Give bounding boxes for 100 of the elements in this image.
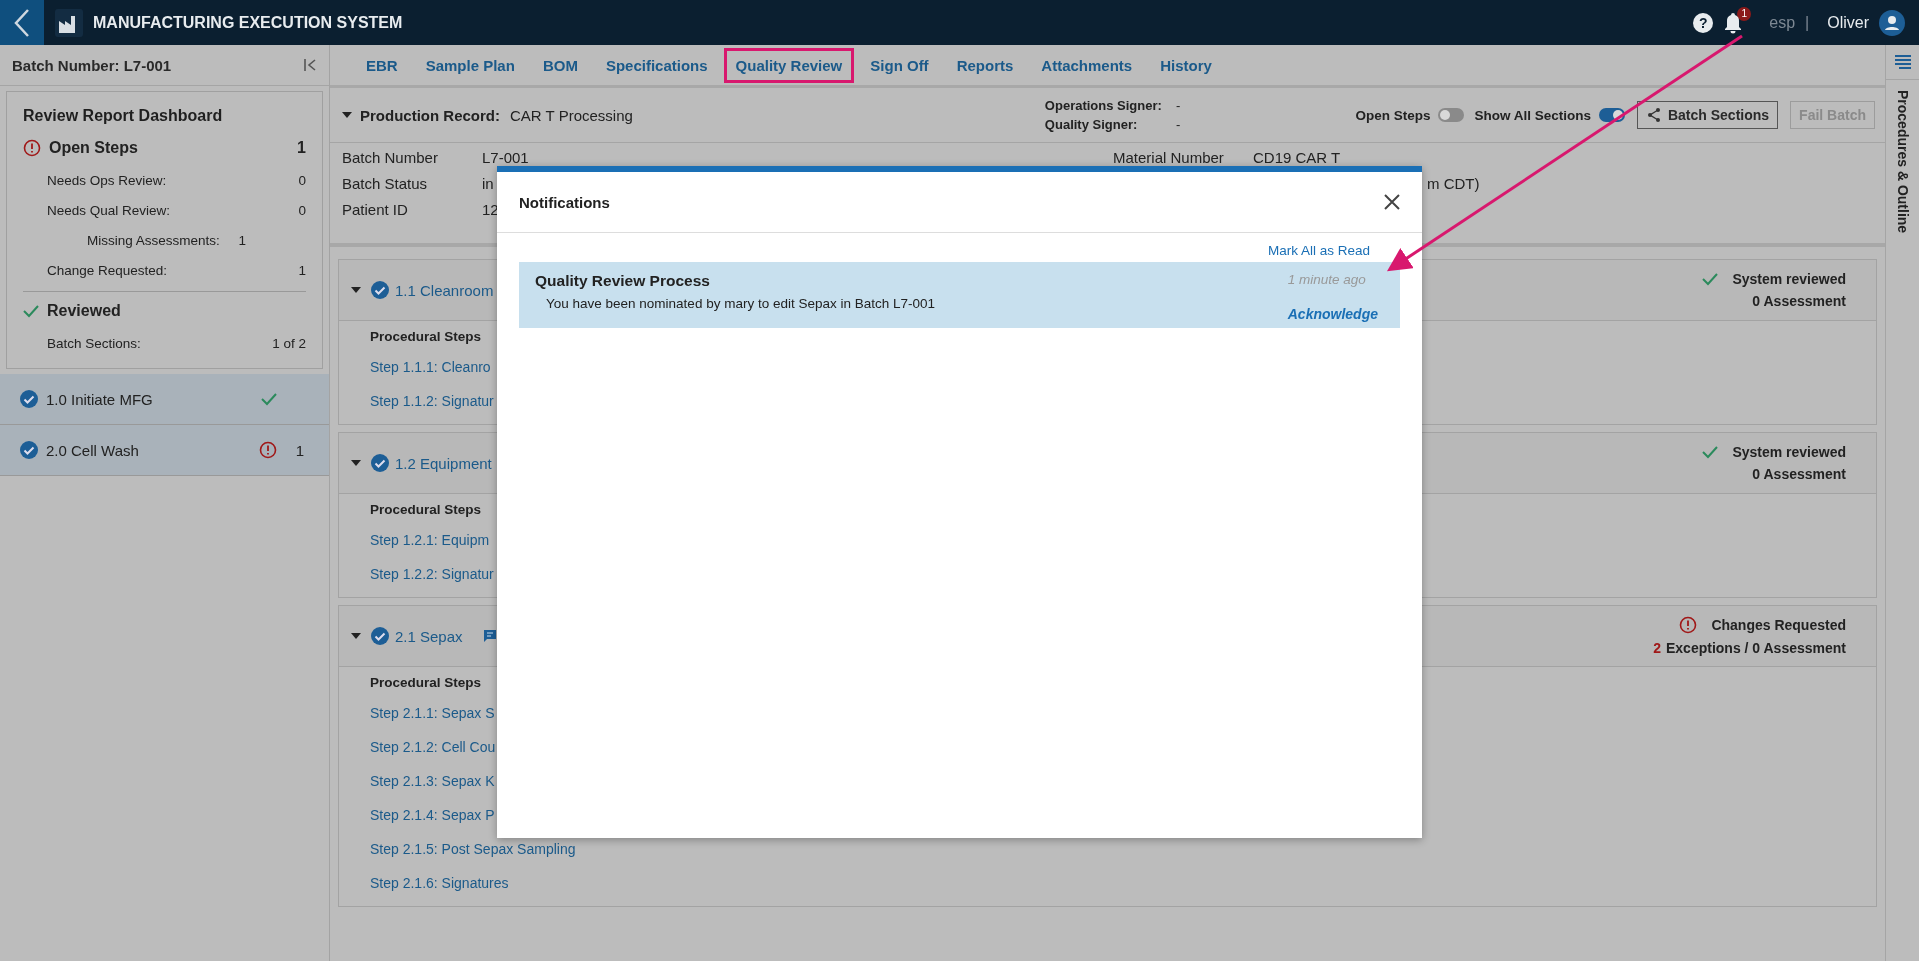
- step-link[interactable]: Step 2.1.6: Signatures: [370, 866, 509, 900]
- assessment-text: 0 Assessment: [1752, 293, 1846, 309]
- info-value: CD19 CAR T: [1253, 149, 1341, 166]
- stat-label: Change Requested:: [47, 262, 168, 278]
- steps-heading: Procedural Steps: [370, 329, 483, 344]
- nav-tab[interactable]: Sample Plan: [413, 47, 527, 83]
- alert-icon: [23, 139, 41, 157]
- share-icon: [1645, 107, 1662, 123]
- toggle-label: Show All Sections: [1474, 107, 1591, 123]
- step-link[interactable]: Step 2.1.1: Sepax S: [370, 696, 495, 730]
- section-title[interactable]: 1.2 Equipment: [395, 454, 492, 472]
- check-icon: [1702, 445, 1719, 459]
- notifications-button[interactable]: [1723, 11, 1744, 34]
- nav-tab[interactable]: BOM: [530, 47, 590, 83]
- status-text: System reviewed: [1732, 271, 1846, 287]
- dashboard-title: Review Report Dashboard: [23, 107, 224, 125]
- user-name[interactable]: Oliver: [1827, 13, 1869, 32]
- nav-tab[interactable]: Attachments: [1029, 47, 1145, 83]
- nav-tab[interactable]: Specifications: [593, 47, 720, 83]
- rail-title[interactable]: Procedures & Outline: [1894, 90, 1911, 234]
- step-link[interactable]: Step 1.2.2: Signatur: [370, 557, 494, 591]
- signer-label: Quality Signer:: [1044, 117, 1139, 132]
- toggle-switch[interactable]: [1598, 108, 1625, 122]
- info-label: Batch Status: [342, 175, 428, 192]
- close-button[interactable]: [1384, 194, 1400, 210]
- notification-badge: 1: [1737, 6, 1752, 21]
- assessment-text: Exceptions / 0 Assessment: [1666, 640, 1846, 656]
- info-value: L7-001: [482, 149, 529, 166]
- dialog-title: Notifications: [519, 193, 610, 211]
- caret-icon[interactable]: [342, 112, 352, 118]
- batch-title: Batch Number: L7-001: [12, 56, 172, 74]
- app-title: MANUFACTURING EXECUTION SYSTEM: [93, 13, 403, 32]
- info-value: m CDT): [1427, 175, 1480, 192]
- nav-tab[interactable]: History: [1148, 47, 1224, 83]
- info-value: 12: [482, 201, 499, 218]
- stat-value: 1: [298, 262, 306, 278]
- check-icon: [23, 304, 39, 318]
- alert-icon: [259, 441, 277, 459]
- open-steps-count: 1: [297, 139, 306, 157]
- stat-label: Needs Qual Review:: [47, 202, 171, 218]
- caret-icon[interactable]: [351, 287, 361, 293]
- assessment-text: 0 Assessment: [1752, 466, 1846, 482]
- toggle-switch[interactable]: [1438, 108, 1465, 122]
- acknowledge-link[interactable]: Acknowledge: [1287, 306, 1378, 322]
- notification-message: You have been nominated by mary to edit Sepax in Batch L7-001: [545, 296, 936, 313]
- mark-all-read-link[interactable]: Mark All as Read: [1267, 243, 1370, 258]
- step-link[interactable]: Step 2.1.3: Sepax K: [370, 764, 495, 798]
- check-circle-icon: [371, 281, 389, 299]
- status-text: Changes Requested: [1711, 617, 1846, 633]
- check-icon: [261, 392, 277, 406]
- info-label: Patient ID: [342, 201, 408, 218]
- check-circle-icon: [20, 390, 38, 408]
- factory-icon: [55, 8, 83, 37]
- step-link[interactable]: Step 2.1.5: Post Sepax Sampling: [370, 832, 576, 866]
- toggle-label: Open Steps: [1355, 107, 1431, 123]
- caret-icon[interactable]: [351, 460, 361, 466]
- step-link[interactable]: Step 2.1.2: Cell Cou: [370, 730, 496, 764]
- info-label: Material Number: [1113, 149, 1224, 166]
- steps-heading: Procedural Steps: [370, 675, 483, 690]
- check-icon: [1702, 272, 1719, 286]
- collapse-icon[interactable]: [303, 58, 317, 72]
- step-link[interactable]: Step 1.1.1: Cleanro: [370, 350, 491, 384]
- record-label: Production Record:: [360, 106, 500, 124]
- signer-value: -: [1175, 98, 1181, 113]
- back-button[interactable]: [0, 0, 44, 45]
- check-circle-icon: [371, 454, 389, 472]
- reviewed-label: Reviewed: [47, 302, 121, 320]
- step-link[interactable]: Step 2.1.4: Sepax P: [370, 798, 495, 832]
- alert-icon: [1679, 616, 1698, 634]
- signer-label: Operations Signer:: [1044, 98, 1162, 113]
- step-link[interactable]: Step 1.2.1: Equipm: [370, 523, 490, 557]
- section-title[interactable]: 2.1 Sepax: [395, 627, 463, 645]
- open-steps-label: Open Steps: [49, 139, 139, 157]
- step-link[interactable]: Step 1.1.2: Signatur: [370, 384, 494, 418]
- exception-count: 2: [1653, 640, 1661, 656]
- nav-tab[interactable]: Sign Off: [858, 47, 941, 83]
- section-title[interactable]: 1.1 Cleanroom: [395, 281, 494, 299]
- language-label[interactable]: esp: [1769, 13, 1796, 32]
- stat-label: Needs Ops Review:: [47, 172, 167, 188]
- info-label: Batch Number: [342, 149, 438, 166]
- steps-heading: Procedural Steps: [370, 502, 483, 517]
- nav-tab[interactable]: Reports: [944, 47, 1026, 83]
- help-button[interactable]: ?: [1693, 12, 1714, 33]
- notification-time: 1 minute ago: [1287, 272, 1367, 289]
- nav-tab[interactable]: Quality Review: [723, 47, 855, 83]
- record-value: CAR T Processing: [510, 106, 633, 124]
- status-text: System reviewed: [1732, 444, 1846, 460]
- user-avatar-icon[interactable]: [1879, 9, 1905, 36]
- section-nav-item[interactable]: 2.0 Cell Wash 1: [0, 425, 329, 476]
- info-value: in: [482, 175, 494, 192]
- chevron-left-icon: [13, 7, 31, 38]
- stat-value: 1 of 2: [272, 335, 306, 351]
- stat-label: Batch Sections:: [47, 335, 141, 351]
- stat-value: 0: [298, 172, 306, 188]
- comment-icon[interactable]: [482, 629, 497, 643]
- caret-icon[interactable]: [351, 633, 361, 639]
- batch-sections-button[interactable]: Batch Sections: [1636, 101, 1779, 129]
- section-nav-item[interactable]: 1.0 Initiate MFG: [0, 374, 329, 425]
- separator: |: [1805, 13, 1810, 32]
- nav-tab[interactable]: EBR: [354, 47, 410, 83]
